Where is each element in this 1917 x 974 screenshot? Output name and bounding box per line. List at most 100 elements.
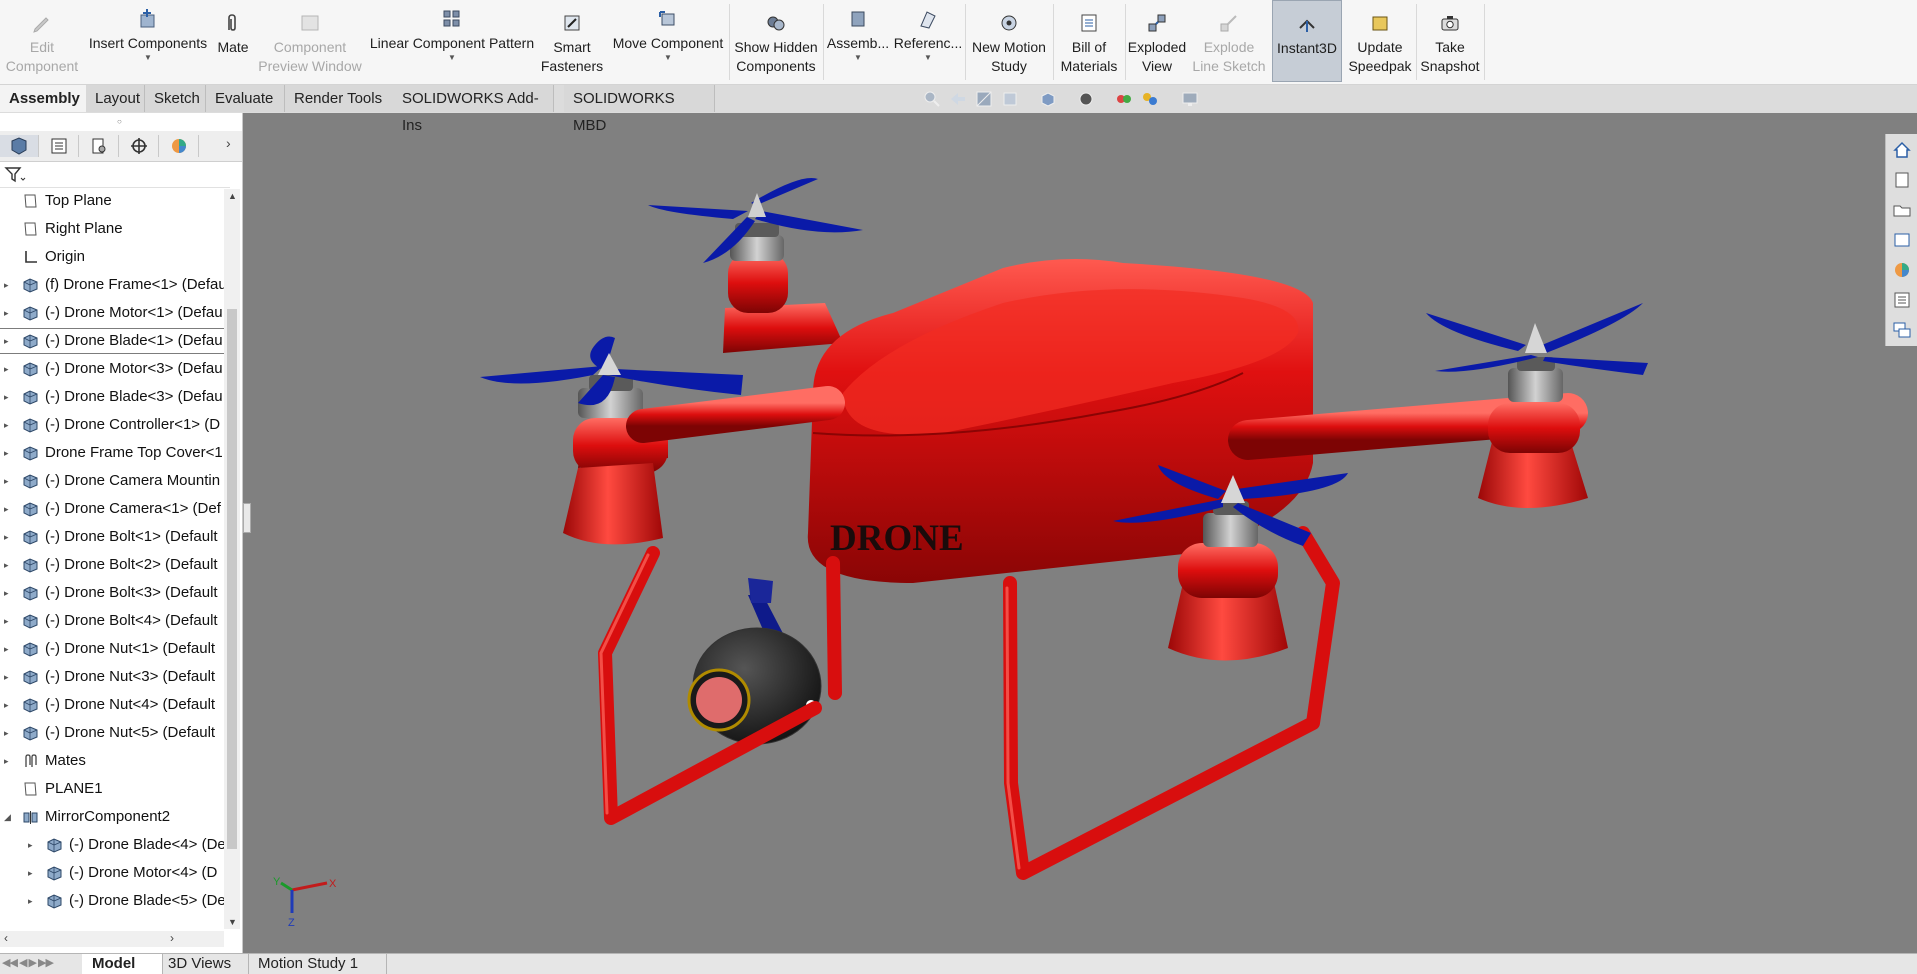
- hide-show-items-icon[interactable]: [1114, 89, 1134, 109]
- previous-view-icon[interactable]: [948, 89, 968, 109]
- expand-arrow-icon[interactable]: ▸: [4, 469, 14, 493]
- tree-item[interactable]: Top Plane: [0, 189, 224, 213]
- expanded-arrow-icon[interactable]: ◢: [4, 805, 14, 829]
- expand-arrow-icon[interactable]: ▸: [4, 553, 14, 577]
- expand-arrow-icon[interactable]: ▸: [4, 497, 14, 521]
- edit-appearance-icon[interactable]: [1140, 89, 1160, 109]
- tree-item[interactable]: ▸ (-) Drone Camera Mountin: [0, 469, 224, 493]
- tree-item[interactable]: ▸ (-) Drone Nut<4> (Default: [0, 693, 224, 717]
- view-palette-icon[interactable]: [1892, 230, 1912, 250]
- tab-feature-manager[interactable]: [0, 135, 39, 157]
- tree-item[interactable]: Origin: [0, 245, 224, 269]
- forum-icon[interactable]: [1892, 320, 1912, 340]
- view-settings-icon[interactable]: [1180, 89, 1200, 109]
- expand-arrow-icon[interactable]: ▸: [4, 665, 14, 689]
- design-library-icon[interactable]: [1892, 170, 1912, 190]
- tab-motion-study-1[interactable]: Motion Study 1: [248, 954, 387, 974]
- filter-icon[interactable]: [4, 166, 26, 184]
- expand-arrow-icon[interactable]: ▸: [28, 861, 38, 885]
- tab-evaluate[interactable]: Evaluate: [206, 85, 285, 112]
- show-hidden-components-button[interactable]: Show Hidden Components: [732, 0, 820, 84]
- view-orientation-icon[interactable]: [1038, 89, 1058, 109]
- home-icon[interactable]: [1892, 140, 1912, 160]
- tree-item[interactable]: ▸ (-) Drone Blade<4> (De: [0, 833, 224, 857]
- move-component-button[interactable]: Move Component ▼: [606, 0, 730, 84]
- tree-item[interactable]: ▸ (-) Drone Motor<3> (Defau: [0, 357, 224, 381]
- zoom-area-icon[interactable]: [922, 89, 942, 109]
- expand-arrow-icon[interactable]: ▸: [4, 749, 14, 773]
- dynamic-annotation-icon[interactable]: [1000, 89, 1020, 109]
- tree-item[interactable]: PLANE1: [0, 777, 224, 801]
- tree-item[interactable]: ▸ (-) Drone Nut<3> (Default: [0, 665, 224, 689]
- tab-3d-views[interactable]: 3D Views: [158, 954, 249, 974]
- expand-arrow-icon[interactable]: ▸: [4, 441, 14, 465]
- panel-resize-grip[interactable]: ○: [117, 117, 122, 126]
- insert-components-button[interactable]: Insert Components ▼: [86, 0, 210, 84]
- zoom-to-fit-icon[interactable]: [896, 89, 916, 109]
- tree-item[interactable]: ▸ (-) Drone Bolt<2> (Default: [0, 553, 224, 577]
- tree-item[interactable]: ▸ (-) Drone Blade<3> (Defau: [0, 385, 224, 409]
- expand-arrow-icon[interactable]: ▸: [4, 721, 14, 745]
- tree-item[interactable]: ▸ (-) Drone Bolt<3> (Default: [0, 581, 224, 605]
- smart-fasteners-button[interactable]: Smart Fasteners: [540, 0, 604, 84]
- tree-item[interactable]: ▸ (-) Drone Motor<1> (Defau: [0, 301, 224, 325]
- tree-vertical-scrollbar[interactable]: ▲ ▼: [224, 189, 240, 929]
- tree-item[interactable]: ▸ (-) Drone Blade<1> (Defau: [0, 328, 224, 354]
- mate-button[interactable]: Mate: [212, 0, 254, 84]
- expand-arrow-icon[interactable]: ▸: [4, 385, 14, 409]
- component-preview-button[interactable]: Component Preview Window: [256, 0, 364, 84]
- tree-item[interactable]: ▸ Mates: [0, 749, 224, 773]
- tree-item[interactable]: ▸ (f) Drone Frame<1> (Defau: [0, 273, 224, 297]
- expand-arrow-icon[interactable]: ▸: [4, 581, 14, 605]
- tab-layout[interactable]: Layout: [86, 85, 145, 112]
- tab-model[interactable]: Model: [82, 954, 163, 974]
- expand-arrow-icon[interactable]: ▸: [4, 329, 14, 353]
- tab-display-manager[interactable]: [160, 135, 199, 157]
- tree-horizontal-scrollbar[interactable]: ‹ ›: [0, 931, 224, 947]
- tree-item[interactable]: ▸ Drone Frame Top Cover<1: [0, 441, 224, 465]
- tree-item[interactable]: ▸ (-) Drone Blade<5> (De: [0, 889, 224, 913]
- assembly-features-button[interactable]: Assemb... ▼: [826, 0, 890, 84]
- new-motion-study-button[interactable]: New Motion Study: [967, 0, 1051, 84]
- bill-of-materials-button[interactable]: Bill of Materials: [1055, 0, 1123, 84]
- tab-render-tools[interactable]: Render Tools: [285, 85, 396, 112]
- update-speedpak-button[interactable]: Update Speedpak: [1346, 0, 1414, 84]
- chevron-right-icon[interactable]: ›: [226, 135, 231, 151]
- appearances-icon[interactable]: [1892, 260, 1912, 280]
- drone-model[interactable]: DRONE X Y Z: [243, 113, 1885, 953]
- file-explorer-icon[interactable]: [1892, 200, 1912, 220]
- expand-arrow-icon[interactable]: ▸: [4, 609, 14, 633]
- tab-assembly[interactable]: Assembly: [0, 85, 87, 112]
- tree-item[interactable]: ▸ (-) Drone Nut<1> (Default: [0, 637, 224, 661]
- tab-configuration-manager[interactable]: [80, 135, 119, 157]
- instant3d-button[interactable]: Instant3D: [1272, 0, 1342, 82]
- expand-arrow-icon[interactable]: ▸: [4, 693, 14, 717]
- expand-arrow-icon[interactable]: ▸: [4, 637, 14, 661]
- scroll-left-icon[interactable]: ‹: [4, 931, 8, 945]
- tree-item[interactable]: ▸ (-) Drone Camera<1> (Def: [0, 497, 224, 521]
- tab-sketch[interactable]: Sketch: [145, 85, 206, 112]
- tab-property-manager[interactable]: [40, 135, 79, 157]
- expand-arrow-icon[interactable]: ▸: [4, 301, 14, 325]
- explode-line-sketch-button[interactable]: Explode Line Sketch: [1189, 0, 1269, 84]
- tree-item[interactable]: ▸ (-) Drone Nut<5> (Default: [0, 721, 224, 745]
- tree-item[interactable]: ◢ MirrorComponent2: [0, 805, 224, 829]
- edit-component-button[interactable]: Edit Component: [4, 0, 80, 84]
- tree-item[interactable]: ▸ (-) Drone Bolt<1> (Default: [0, 525, 224, 549]
- tree-item[interactable]: Right Plane: [0, 217, 224, 241]
- display-style-icon[interactable]: [1076, 89, 1096, 109]
- expand-arrow-icon[interactable]: ▸: [28, 889, 38, 913]
- expand-arrow-icon[interactable]: ▸: [4, 413, 14, 437]
- exploded-view-button[interactable]: Exploded View: [1127, 0, 1187, 84]
- section-view-icon[interactable]: [974, 89, 994, 109]
- linear-component-pattern-button[interactable]: Linear Component Pattern ▼: [366, 0, 538, 84]
- scroll-right-icon[interactable]: ›: [170, 931, 174, 945]
- tab-navigation-arrows[interactable]: ◀◀ ◀ ▶ ▶▶: [2, 956, 54, 969]
- take-snapshot-button[interactable]: Take Snapshot: [1418, 0, 1482, 84]
- tab-solidworks-addins[interactable]: SOLIDWORKS Add-Ins: [393, 85, 554, 134]
- expand-arrow-icon[interactable]: ▸: [4, 357, 14, 381]
- graphics-area[interactable]: DRONE X Y Z: [243, 113, 1885, 953]
- scroll-thumb[interactable]: [227, 309, 237, 849]
- scroll-down-icon[interactable]: ▼: [228, 917, 237, 927]
- expand-arrow-icon[interactable]: ▸: [28, 833, 38, 857]
